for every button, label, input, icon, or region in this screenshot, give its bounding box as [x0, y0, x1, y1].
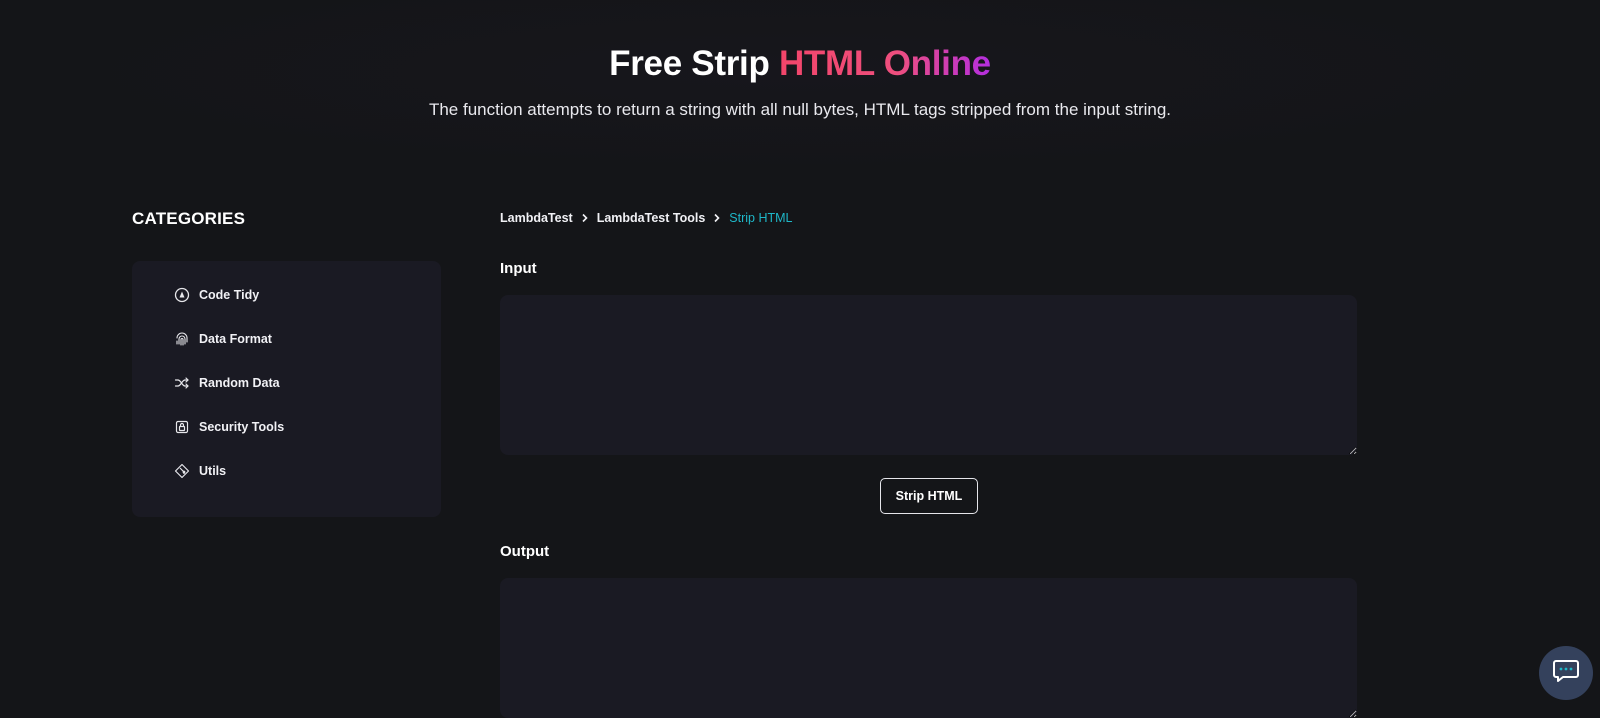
- sidebar-item-label: Data Format: [199, 332, 272, 346]
- breadcrumb: LambdaTest LambdaTest Tools Strip HTML: [500, 211, 792, 225]
- page-title-accent: HTML Online: [778, 44, 991, 83]
- code-tidy-icon: [174, 287, 190, 303]
- lock-icon: [174, 419, 190, 435]
- strip-html-button[interactable]: Strip HTML: [880, 478, 978, 514]
- fingerprint-icon: [174, 331, 190, 347]
- sidebar-item-data-format[interactable]: Data Format: [174, 329, 272, 349]
- shuffle-icon: [174, 375, 190, 391]
- output-label: Output: [500, 543, 550, 560]
- chevron-right-icon: [713, 213, 721, 223]
- categories-heading: CATEGORIES: [132, 209, 246, 228]
- sidebar-item-label: Utils: [199, 464, 227, 478]
- chat-button[interactable]: [1539, 646, 1593, 700]
- git-diamond-icon: [174, 463, 190, 479]
- sidebar-item-utils[interactable]: Utils: [174, 461, 226, 481]
- output-textarea[interactable]: [500, 578, 1357, 718]
- input-textarea[interactable]: [500, 295, 1357, 455]
- sidebar-item-label: Random Data: [199, 376, 280, 390]
- chat-icon: [1552, 658, 1580, 689]
- breadcrumb-link-tools[interactable]: LambdaTest Tools: [597, 211, 706, 225]
- chevron-right-icon: [581, 213, 589, 223]
- sidebar-item-random-data[interactable]: Random Data: [174, 373, 280, 393]
- hero-section: Free Strip HTML Online The function atte…: [0, 0, 1600, 180]
- categories-panel: Code Tidy Data Format Random Data Securi…: [132, 261, 441, 517]
- sidebar-item-label: Security Tools: [199, 420, 285, 434]
- input-label: Input: [500, 260, 537, 277]
- page-title: Free Strip HTML Online: [0, 44, 1600, 84]
- sidebar-item-security-tools[interactable]: Security Tools: [174, 417, 284, 437]
- page-title-plain: Free Strip: [609, 44, 779, 83]
- sidebar-item-code-tidy[interactable]: Code Tidy: [174, 285, 259, 305]
- page-subtitle: The function attempts to return a string…: [428, 100, 1172, 119]
- sidebar-item-label: Code Tidy: [199, 288, 260, 302]
- breadcrumb-current: Strip HTML: [729, 211, 793, 225]
- breadcrumb-link-lambdatest[interactable]: LambdaTest: [500, 211, 573, 225]
